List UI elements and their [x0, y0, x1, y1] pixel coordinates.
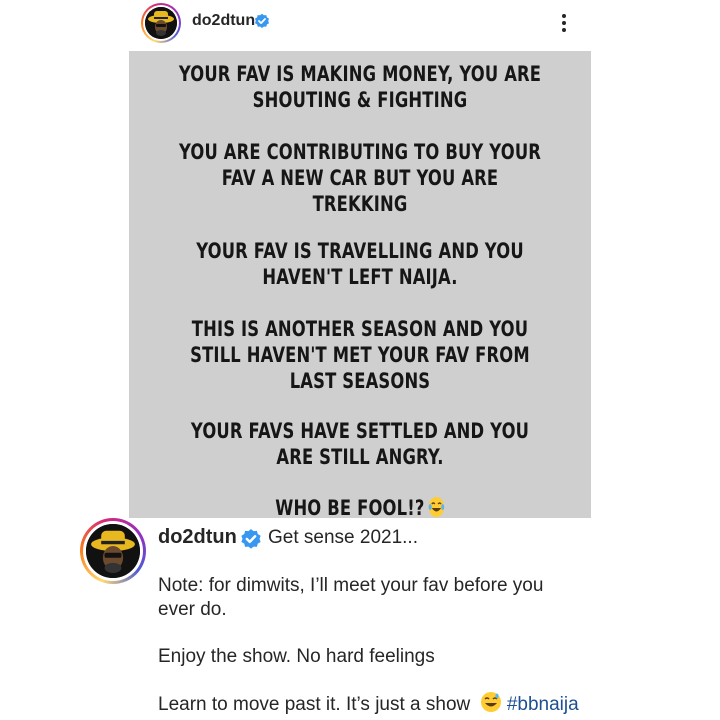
caption-line: Enjoy the show. No hard feelings [158, 646, 435, 667]
grinning-sweat-emoji-icon [480, 691, 502, 713]
post-paragraph: THIS IS ANOTHER SEASON AND YOU STILL HAV… [190, 317, 530, 393]
post-paragraph: YOUR FAV IS TRAVELLING AND YOU HAVEN'T L… [196, 239, 524, 289]
post-paragraph: YOUR FAVS HAVE SETTLED AND YOU ARE STILL… [190, 419, 530, 469]
avatar-photo [145, 7, 177, 39]
post-paragraph: YOU ARE CONTRIBUTING TO BUY YOUR FAV A N… [178, 140, 542, 216]
post-paragraph: YOUR FAV IS MAKING MONEY, YOU ARE SHOUTI… [178, 62, 542, 112]
caption-line: Note: for dimwits, I’ll meet your fav be… [158, 575, 544, 596]
hashtag-link[interactable]: #bbnaija [507, 694, 579, 715]
post-final-line: WHO BE FOOL!? [275, 496, 425, 518]
avatar[interactable] [141, 3, 181, 43]
caption-line-last: Learn to move past it. It’s just a show … [158, 691, 579, 717]
caption-first-line: Get sense 2021... [268, 527, 418, 548]
post-header: do2dtun [0, 0, 720, 50]
caption-avatar[interactable] [80, 518, 146, 584]
caption-username[interactable]: do2dtun [158, 526, 237, 549]
verified-badge-icon [240, 528, 262, 550]
username[interactable]: do2dtun [192, 12, 255, 30]
verified-badge-icon [254, 13, 270, 29]
post-paragraph-last: WHO BE FOOL!? [129, 495, 591, 518]
caption-text: Learn to move past it. It’s just a show [158, 694, 471, 715]
more-options-icon[interactable] [556, 8, 572, 38]
post-image[interactable]: YOUR FAV IS MAKING MONEY, YOU ARE SHOUTI… [129, 51, 591, 518]
caption-line: ever do. [158, 599, 227, 620]
laughing-tears-emoji-icon [428, 496, 445, 518]
avatar-photo [86, 524, 140, 578]
